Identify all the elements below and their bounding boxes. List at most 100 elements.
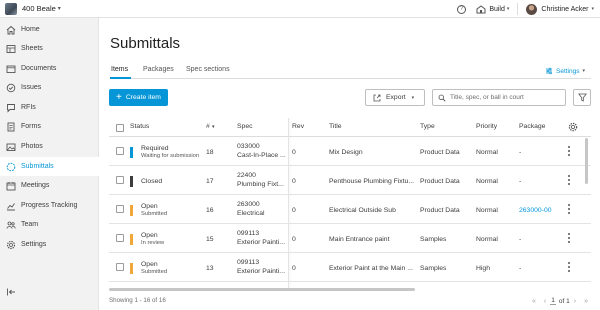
- chevron-down-icon[interactable]: ▾: [58, 5, 61, 12]
- status-text: Open: [141, 203, 158, 210]
- table-row[interactable]: Open Submitted 13 099113 Exterior Painti…: [109, 253, 591, 282]
- search-input[interactable]: [450, 94, 560, 101]
- column-header-title[interactable]: Title: [329, 123, 342, 130]
- module-switcher[interactable]: Build: [489, 6, 505, 13]
- row-more-menu-icon[interactable]: [568, 233, 571, 243]
- collapse-sidebar-icon[interactable]: [6, 287, 16, 297]
- current-page-input[interactable]: 1: [550, 297, 556, 305]
- spec-code: 263000: [237, 201, 260, 208]
- row-checkbox[interactable]: [116, 205, 124, 213]
- column-header-rev[interactable]: Rev: [292, 123, 304, 130]
- status-text: Open: [141, 232, 158, 239]
- revision: 0: [292, 149, 296, 156]
- chevron-down-icon[interactable]: ▾: [507, 6, 510, 12]
- create-item-button[interactable]: + Create item: [109, 89, 168, 106]
- package-link[interactable]: 263000-00: [519, 207, 552, 214]
- spec-name: Exterior Painti...: [237, 268, 285, 275]
- project-name[interactable]: 400 Beale: [22, 4, 56, 13]
- row-checkbox[interactable]: [116, 176, 124, 184]
- item-number: 17: [206, 178, 214, 185]
- sidebar-item-progress-tracking[interactable]: Progress Tracking: [0, 196, 99, 215]
- next-page-icon[interactable]: ›: [574, 298, 576, 305]
- row-checkbox[interactable]: [116, 263, 124, 271]
- avatar[interactable]: [526, 3, 538, 15]
- vertical-scrollbar[interactable]: [585, 138, 588, 184]
- horizontal-scrollbar[interactable]: [109, 288, 415, 291]
- tab-items[interactable]: Items: [111, 66, 128, 73]
- item-title[interactable]: Exterior Paint at the Main ...: [329, 265, 413, 272]
- item-title[interactable]: Electrical Outside Sub: [329, 207, 396, 214]
- first-page-icon[interactable]: «: [532, 298, 536, 305]
- sidebar-item-forms[interactable]: Forms: [0, 117, 99, 136]
- tab-packages[interactable]: Packages: [143, 66, 174, 73]
- item-title[interactable]: Penthouse Plumbing Fixtu...: [329, 178, 414, 185]
- sidebar-item-photos[interactable]: Photos: [0, 137, 99, 156]
- search-field[interactable]: [432, 89, 566, 106]
- sliders-icon: [546, 67, 552, 75]
- sidebar-item-rfis[interactable]: RFIs: [0, 98, 99, 117]
- sidebar-item-settings[interactable]: Settings: [0, 235, 99, 254]
- sidebar-item-issues[interactable]: Issues: [0, 78, 99, 97]
- tab-spec-sections[interactable]: Spec sections: [186, 66, 230, 73]
- photos-icon: [6, 142, 16, 152]
- select-all-checkbox[interactable]: [116, 124, 124, 132]
- spec-name: Electrical: [237, 210, 265, 217]
- item-package: -: [519, 178, 522, 185]
- column-header-spec[interactable]: Spec: [237, 123, 253, 130]
- row-more-menu-icon[interactable]: [568, 175, 571, 185]
- sidebar-item-label: Photos: [21, 143, 43, 150]
- sidebar-item-label: Meetings: [21, 182, 50, 189]
- item-number: 18: [206, 149, 214, 156]
- previous-page-icon[interactable]: ‹: [544, 298, 546, 305]
- column-header-priority[interactable]: Priority: [476, 123, 497, 130]
- filter-button[interactable]: [573, 89, 591, 106]
- spec-code: 22400: [237, 172, 256, 179]
- help-icon[interactable]: ?: [457, 4, 467, 14]
- sidebar-item-submittals[interactable]: Submittals: [0, 157, 99, 176]
- item-title[interactable]: Mix Design: [329, 149, 363, 156]
- table-row[interactable]: Closed 17 22400 Plumbing Fixt... 0 Penth…: [109, 166, 591, 195]
- user-name[interactable]: Christine Acker: [541, 6, 588, 13]
- sidebar-item-sheets[interactable]: Sheets: [0, 39, 99, 58]
- divider: [517, 3, 519, 15]
- sidebar-item-team[interactable]: Team: [0, 215, 99, 234]
- row-more-menu-icon[interactable]: [568, 262, 571, 272]
- column-header-status[interactable]: Status: [130, 123, 149, 130]
- row-more-menu-icon[interactable]: [568, 146, 571, 156]
- settings-icon: [6, 240, 16, 250]
- table-row[interactable]: Required Waiting for submission 18 03300…: [109, 137, 591, 166]
- table-row[interactable]: Open In review 15 099113 Exterior Painti…: [109, 224, 591, 253]
- sidebar-item-home[interactable]: Home: [0, 20, 99, 39]
- row-checkbox[interactable]: [116, 234, 124, 242]
- plus-icon: +: [116, 91, 122, 103]
- project-thumbnail[interactable]: [5, 2, 17, 15]
- column-header-package[interactable]: Package: [519, 123, 545, 130]
- column-header-type[interactable]: Type: [420, 123, 435, 130]
- export-label: Export: [386, 94, 406, 101]
- settings-label: Settings: [556, 67, 580, 75]
- item-number: 13: [206, 265, 214, 272]
- item-type: Product Data: [420, 207, 460, 214]
- status-color-bar: [130, 263, 133, 274]
- sidebar-item-documents[interactable]: Documents: [0, 59, 99, 78]
- export-button[interactable]: Export ▾: [365, 89, 425, 106]
- sidebar-item-meetings[interactable]: Meetings: [0, 176, 99, 195]
- row-checkbox[interactable]: [116, 147, 124, 155]
- status-subtext: Submitted: [141, 269, 168, 275]
- status-subtext: Waiting for submission: [141, 153, 200, 159]
- sort-desc-icon[interactable]: ▾: [212, 124, 215, 130]
- column-settings-icon[interactable]: [568, 122, 578, 132]
- status-color-bar: [130, 176, 133, 187]
- spec-code: 099113: [237, 259, 260, 266]
- build-icon[interactable]: [476, 4, 486, 14]
- chevron-down-icon[interactable]: ▾: [591, 6, 594, 12]
- column-header-number[interactable]: #: [206, 123, 210, 130]
- last-page-icon[interactable]: »: [584, 298, 588, 305]
- table-settings-button[interactable]: Settings ▾: [545, 67, 585, 75]
- item-type: Product Data: [420, 178, 460, 185]
- sidebar-item-label: RFIs: [21, 104, 36, 111]
- table-row[interactable]: Open Submitted 16 263000 Electrical 0 El…: [109, 195, 591, 224]
- item-title[interactable]: Main Entrance paint: [329, 236, 389, 243]
- row-more-menu-icon[interactable]: [568, 204, 571, 214]
- status-subtext: In review: [141, 240, 165, 246]
